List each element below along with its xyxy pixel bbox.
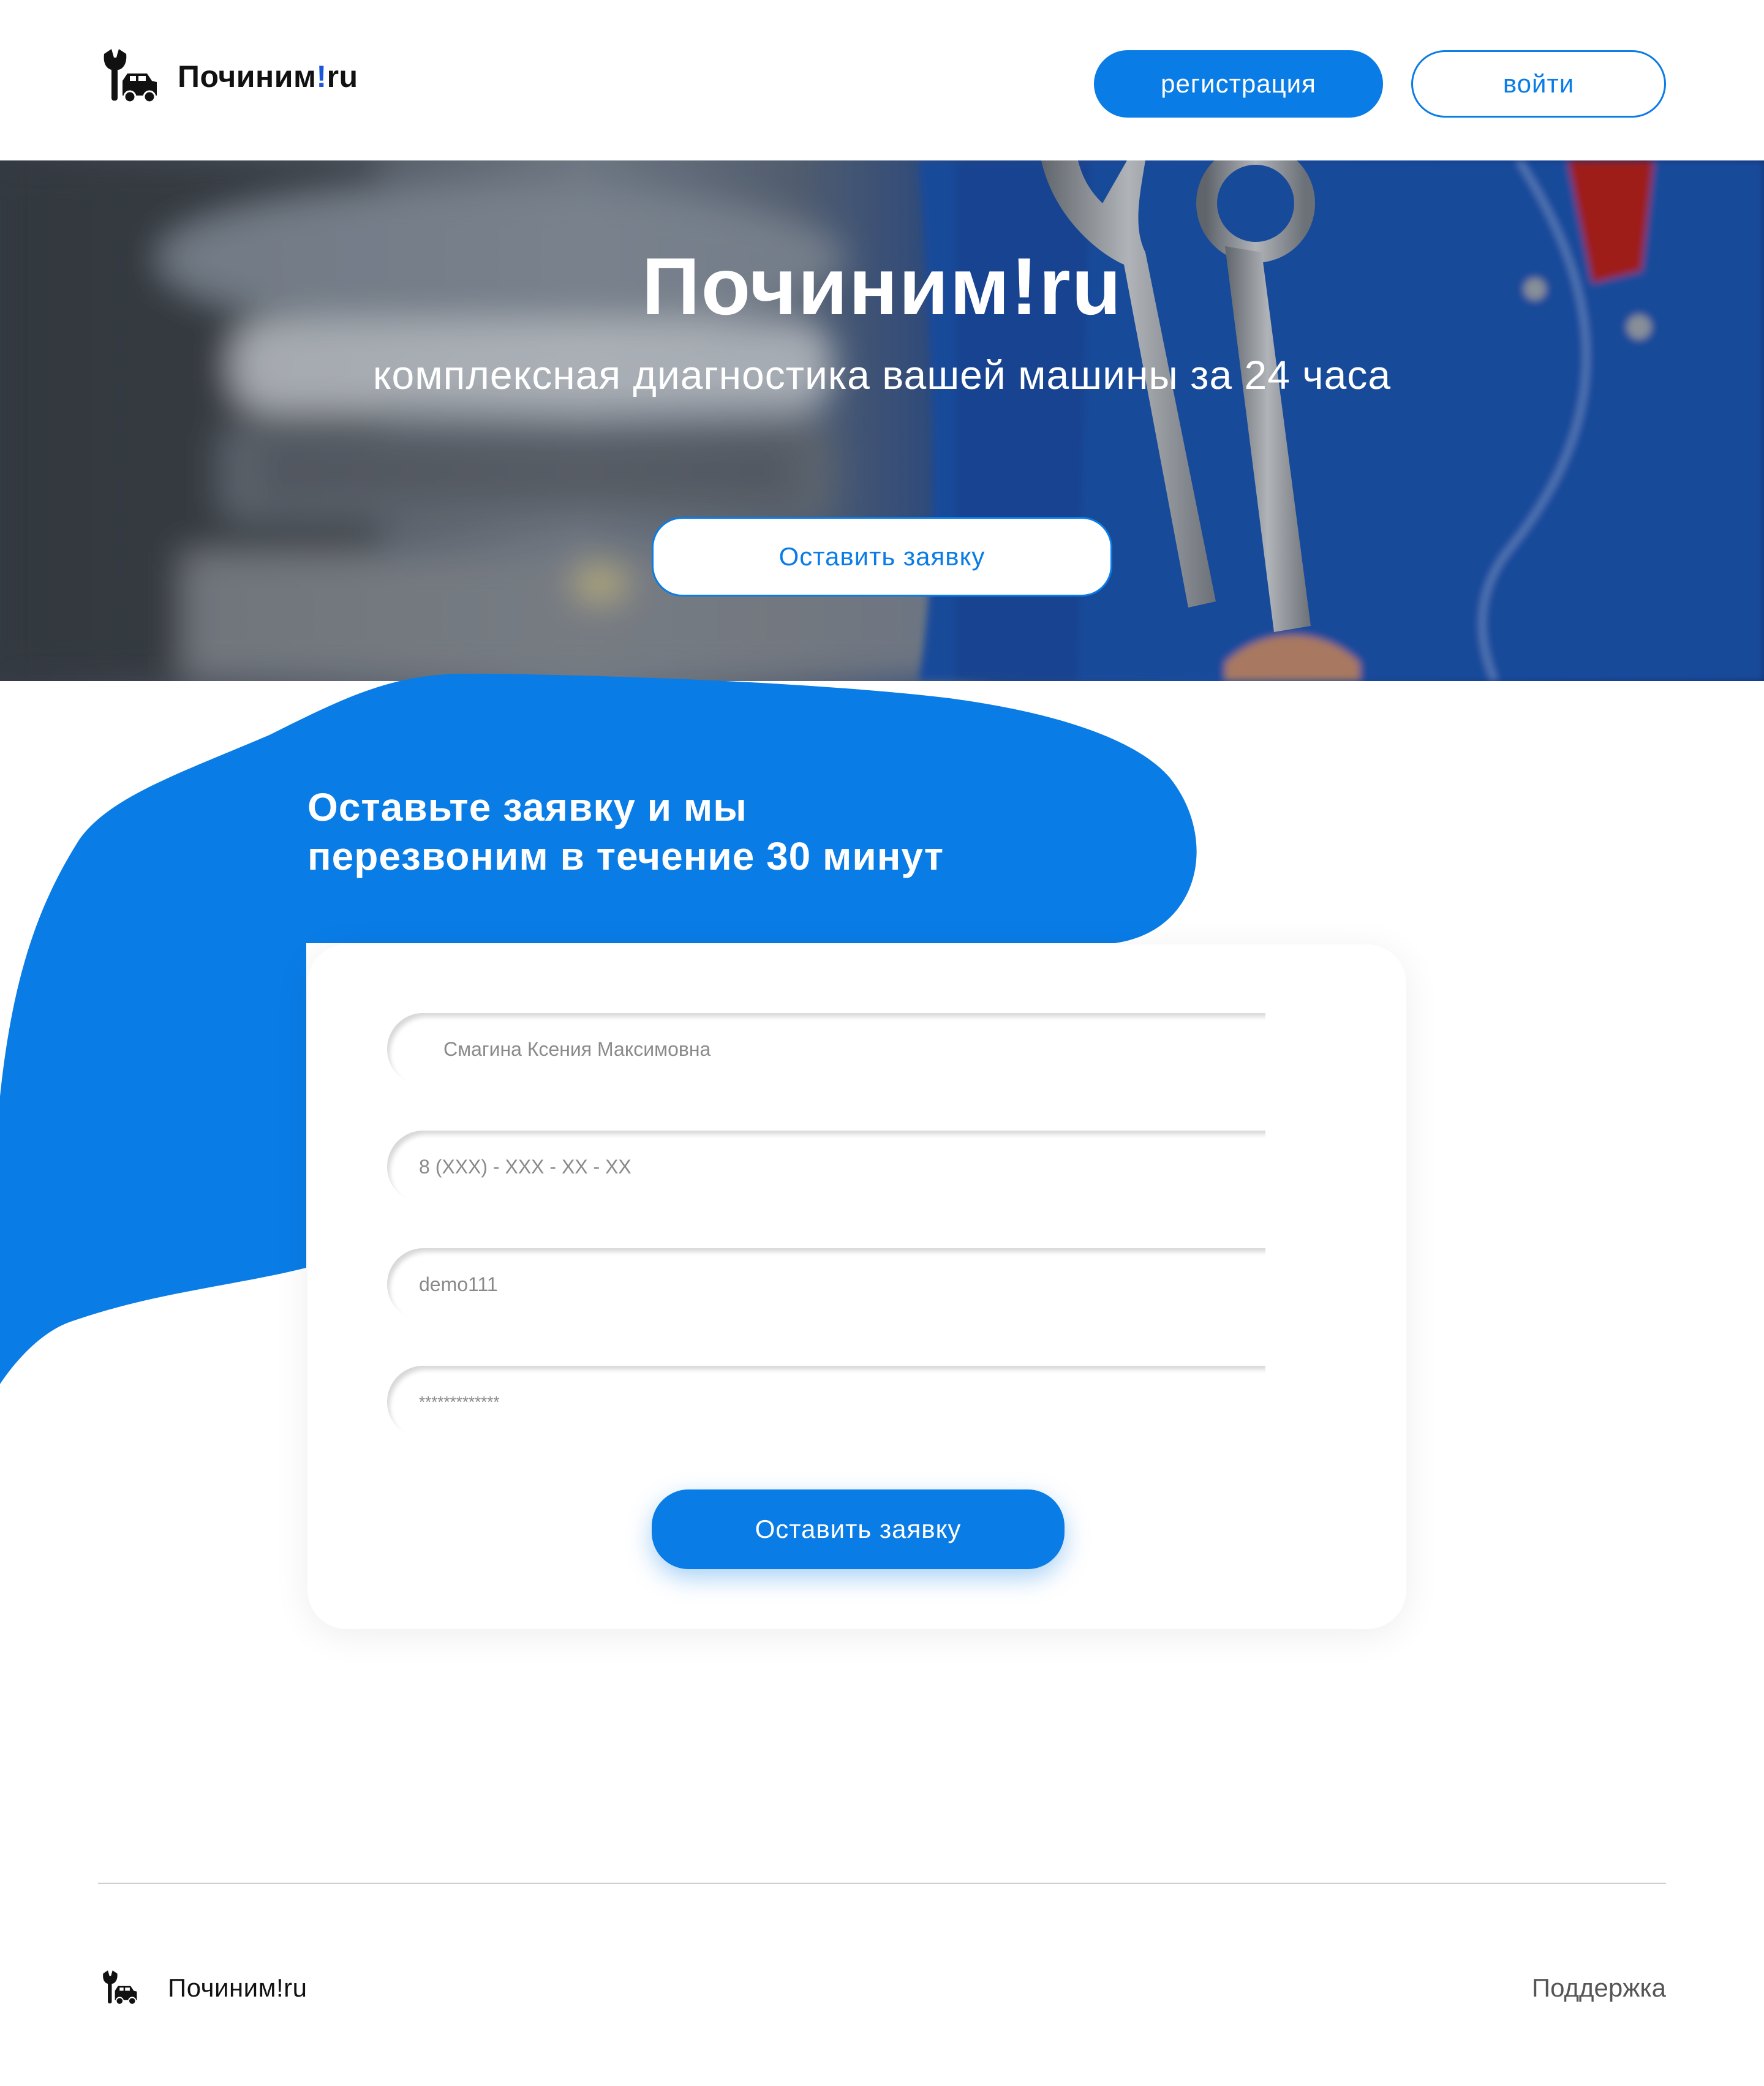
hero-request-button[interactable]: Оставить заявку: [652, 517, 1112, 597]
password-field[interactable]: [387, 1366, 1265, 1438]
login-input[interactable]: [387, 1248, 1265, 1320]
hero-banner: Починим!ru комплексная диагностика вашей…: [0, 160, 1764, 681]
wrench-car-icon: [104, 49, 157, 104]
footer-divider: [98, 1883, 1666, 1884]
form-heading-line-2: перезвоним в течение 30 минут: [307, 834, 944, 878]
request-form-card: Оставить заявку: [307, 944, 1406, 1629]
phone-field[interactable]: [387, 1131, 1265, 1203]
name-input[interactable]: [387, 1013, 1265, 1085]
login-field[interactable]: [387, 1248, 1265, 1320]
name-field[interactable]: [387, 1013, 1265, 1085]
hero-subtitle: комплексная диагностика вашей машины за …: [372, 352, 1392, 397]
phone-input[interactable]: [387, 1131, 1265, 1203]
form-heading-line-1: Оставьте заявку и мы: [307, 785, 747, 829]
password-input[interactable]: [387, 1366, 1265, 1438]
wrench-car-icon: [103, 1970, 137, 2005]
hero-title: Починим!ru: [641, 241, 1123, 331]
submit-request-button[interactable]: Оставить заявку: [652, 1489, 1065, 1569]
support-link[interactable]: Поддержка: [1494, 1973, 1666, 2003]
logo-text: Починим!ru: [178, 59, 358, 94]
form-heading: Оставьте заявку и мы перезвоним в течени…: [307, 783, 1165, 881]
register-button[interactable]: регистрация: [1094, 50, 1383, 118]
site-header: Починим!ru регистрация войти: [0, 0, 1764, 160]
login-button[interactable]: войти: [1411, 50, 1666, 118]
footer-logo-text: Починим!ru: [168, 1973, 307, 2002]
logo[interactable]: Починим!ru: [98, 49, 358, 104]
footer-logo[interactable]: Починим!ru: [99, 1970, 307, 2006]
hero-background-image: [0, 160, 1764, 681]
